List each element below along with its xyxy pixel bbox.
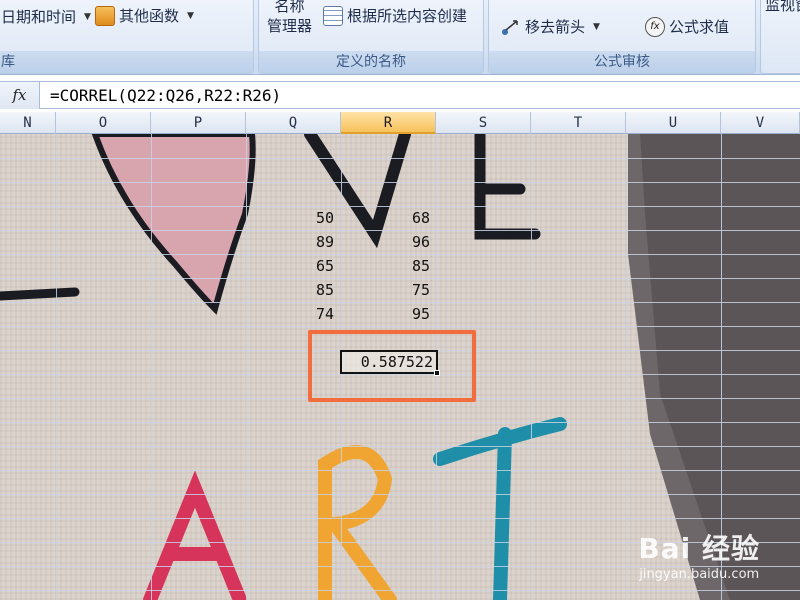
create-from-selection-label: 根据所选内容创建	[347, 7, 468, 25]
watch-window-group: 监视窗	[760, 0, 800, 74]
active-cell-r28[interactable]: 0.587522	[340, 350, 440, 376]
cell-r26[interactable]: 95	[341, 302, 434, 326]
gridline	[0, 158, 800, 159]
group-label-library: 库	[0, 51, 253, 73]
column-header-q[interactable]: Q	[246, 112, 341, 134]
gridline	[0, 494, 800, 495]
column-header-s[interactable]: S	[436, 112, 531, 134]
create-from-selection-button[interactable]: 根据所选内容创建	[323, 5, 467, 26]
evaluate-formula-button[interactable]: fx 公式求值	[645, 16, 729, 37]
column-header-t[interactable]: T	[531, 112, 626, 134]
gridline	[0, 446, 800, 447]
column-header-n[interactable]: N	[0, 112, 56, 134]
gridline	[0, 422, 800, 423]
other-functions-label: 其他函数	[119, 7, 180, 25]
cell-q23[interactable]: 89	[246, 230, 339, 254]
book-icon	[95, 5, 115, 26]
column-header-p[interactable]: P	[151, 112, 246, 134]
gridline	[0, 590, 800, 591]
gridline	[0, 518, 800, 519]
date-time-button[interactable]: 日期和时间 ▼	[1, 6, 91, 27]
chevron-down-icon: ▼	[84, 11, 91, 22]
gridline	[531, 134, 532, 600]
table-icon	[323, 5, 343, 26]
cell-q26[interactable]: 74	[246, 302, 339, 326]
watermark-url: jingyan.baidu.com	[639, 567, 760, 582]
column-headers: N O P Q R S T U V	[0, 112, 800, 134]
gridline	[0, 326, 800, 327]
gridline	[0, 182, 800, 183]
column-header-v[interactable]: V	[721, 112, 800, 134]
formula-auditing-group: 移去箭头 ▼ fx 公式求值 公式审核	[488, 0, 756, 74]
worksheet-grid[interactable]: 50 89 65 85 74 68 96 85 75 95 0.587522 B…	[0, 134, 800, 600]
gridline	[0, 470, 800, 471]
correl-result: 0.587522	[360, 353, 433, 371]
group-label-defined-names: 定义的名称	[259, 51, 483, 73]
heart-shape	[91, 134, 256, 315]
gridline	[151, 134, 152, 600]
formula-bar: fx =CORREL(Q22:Q26,R22:R26)	[0, 81, 800, 109]
column-header-o[interactable]: O	[56, 112, 151, 134]
cell-q22[interactable]: 50	[246, 206, 339, 230]
remove-arrows-button[interactable]: 移去箭头 ▼	[501, 16, 600, 37]
cell-r24[interactable]: 85	[341, 254, 434, 278]
letter-r-stroke	[318, 445, 397, 600]
chevron-down-icon: ▼	[593, 21, 600, 32]
gridline	[626, 134, 627, 600]
cell-r23[interactable]: 96	[341, 230, 434, 254]
name-manager-label-2: 管理器	[267, 17, 313, 35]
letter-l-stroke	[0, 287, 80, 301]
chevron-down-icon: ▼	[187, 10, 194, 21]
fx-icon: fx	[12, 86, 27, 104]
watermark-logo: Bai 经验	[638, 532, 760, 565]
fill-handle[interactable]	[434, 370, 440, 376]
gridline	[246, 134, 247, 600]
defined-names-group: 名称 管理器 根据所选内容创建 定义的名称	[258, 0, 484, 74]
cell-q25[interactable]: 85	[246, 278, 339, 302]
letter-a-stroke	[143, 470, 247, 600]
group-label-formula-auditing: 公式审核	[489, 51, 755, 73]
evaluate-formula-label: 公式求值	[669, 18, 730, 36]
column-header-r[interactable]: R	[341, 112, 436, 134]
letter-t-stroke	[433, 417, 567, 600]
watch-window-label: 监视窗	[765, 0, 800, 14]
cell-q24[interactable]: 65	[246, 254, 339, 278]
column-header-u[interactable]: U	[626, 112, 721, 134]
baidu-watermark: Bai 经验 jingyan.baidu.com	[638, 527, 760, 582]
function-library-group: 日期和时间 ▼ 其他函数 ▼ 库	[0, 0, 254, 74]
cell-r22[interactable]: 68	[341, 206, 434, 230]
gridline	[56, 134, 57, 600]
arrows-icon	[502, 19, 518, 35]
name-manager-button[interactable]: 名称 管理器	[267, 0, 312, 36]
cell-r25[interactable]: 75	[341, 278, 434, 302]
formula-input[interactable]: =CORREL(Q22:Q26,R22:R26)	[50, 82, 281, 109]
other-functions-button[interactable]: 其他函数 ▼	[95, 5, 194, 26]
ribbon: 日期和时间 ▼ 其他函数 ▼ 库 名称 管理器 根据所选内容创建 定义的名称 移去箭…	[0, 0, 800, 75]
date-time-label: 日期和时间	[1, 8, 77, 26]
insert-function-button[interactable]: fx	[0, 82, 40, 109]
letter-e-stroke	[474, 134, 541, 240]
remove-arrows-label: 移去箭头	[525, 18, 586, 36]
name-manager-label-1: 名称	[274, 0, 305, 15]
evaluate-formula-icon: fx	[645, 16, 665, 37]
watch-window-button[interactable]: 监视窗	[765, 0, 800, 15]
